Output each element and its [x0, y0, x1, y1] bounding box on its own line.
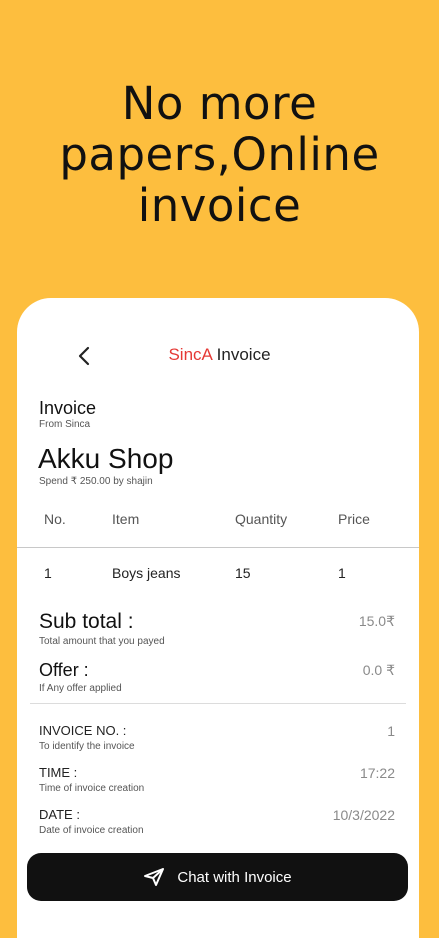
col-header-quantity: Quantity: [235, 511, 288, 527]
headline-line-1: No more: [121, 77, 318, 130]
col-header-price: Price: [338, 511, 370, 527]
date-value: 10/3/2022: [332, 807, 395, 823]
date-label: DATE :: [39, 807, 80, 822]
date-subtext: Date of invoice creation: [39, 825, 144, 836]
offer-value: 0.0 ₹: [362, 662, 395, 678]
col-header-item: Item: [112, 511, 140, 527]
spend-info: Spend ₹ 250.00 by shajin: [39, 476, 153, 487]
row-quantity: 15: [235, 565, 251, 581]
invoice-no-subtext: To identify the invoice: [39, 741, 135, 752]
chat-button-label: Chat with Invoice: [177, 868, 292, 886]
time-label: TIME :: [39, 765, 78, 780]
row-item: Boys jeans: [112, 565, 181, 581]
time-subtext: Time of invoice creation: [39, 783, 145, 794]
section-divider: [30, 703, 406, 704]
shop-name: Akku Shop: [38, 443, 174, 474]
screen-title: Invoice: [216, 345, 271, 364]
offer-subtext: If Any offer applied: [39, 683, 122, 694]
invoice-from: From Sinca: [39, 419, 91, 430]
row-no: 1: [44, 565, 52, 581]
promo-headline: No more papers,Online invoice: [0, 78, 439, 231]
subtotal-value: 15.0₹: [358, 613, 395, 629]
send-icon: [144, 868, 165, 886]
invoice-no-value: 1: [387, 723, 395, 739]
table-divider: [17, 547, 419, 548]
invoice-no-label: INVOICE NO. :: [39, 723, 127, 738]
offer-label: Offer :: [39, 660, 89, 680]
headline-line-2: papers,Online: [59, 128, 380, 181]
col-header-no: No.: [44, 511, 66, 527]
headline-line-3: invoice: [137, 179, 302, 232]
app-title: SincA Invoice: [0, 345, 439, 365]
time-value: 17:22: [359, 765, 395, 781]
invoice-heading: Invoice: [39, 398, 97, 418]
row-price: 1: [338, 565, 346, 581]
brand-name: SincA: [168, 345, 212, 364]
subtotal-label: Sub total :: [39, 610, 134, 633]
subtotal-subtext: Total amount that you payed: [39, 636, 165, 647]
chat-with-invoice-button[interactable]: Chat with Invoice: [27, 853, 408, 901]
